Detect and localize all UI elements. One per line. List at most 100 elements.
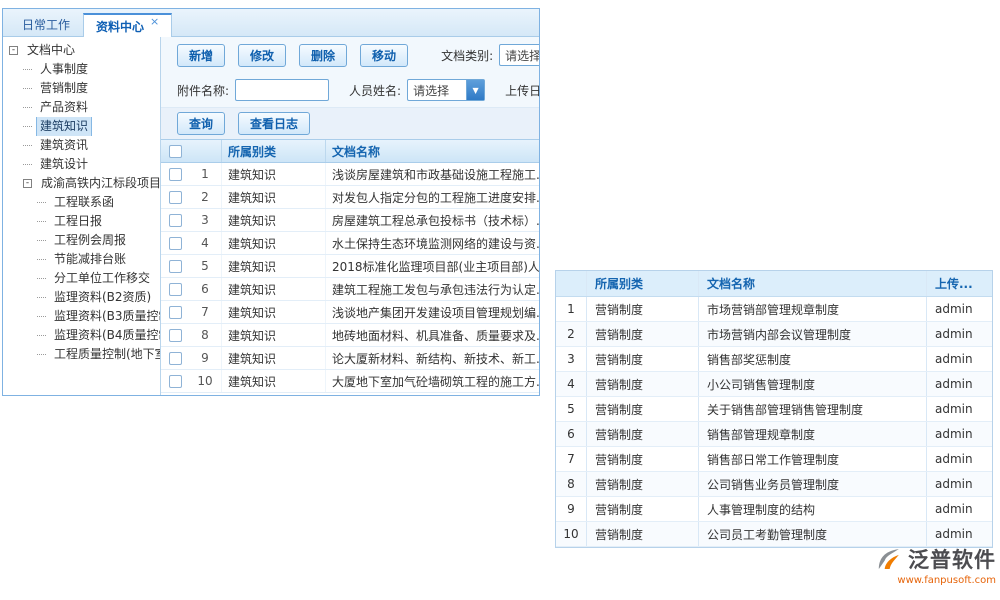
doc-name-cell[interactable]: 水土保持生态环境监测网络的建设与资... [325,232,539,254]
tree-line [23,126,32,127]
tree-item[interactable]: 工程联系函 [3,193,160,212]
tree-item[interactable]: 建筑设计 [3,155,160,174]
tree-item-project[interactable]: - 成渝高铁内江标段项目 [3,174,160,193]
tree-item[interactable]: 工程质量控制(地下室) [3,345,160,364]
table-row[interactable]: 2 营销制度 市场营销内部会议管理制度 admin [556,322,992,347]
doc-name-cell[interactable]: 浅谈房屋建筑和市政基础设施工程施工... [325,163,539,185]
delete-button[interactable]: 删除 [299,44,347,67]
table-row[interactable]: 5 营销制度 关于销售部管理销售管理制度 admin [556,397,992,422]
window-body: - 文档中心 人事制度 营销制度 产品资料 建筑知识 [3,37,539,395]
row-number-cell: 8 [189,328,221,342]
doc-name-cell[interactable]: 2018标准化监理项目部(业主项目部)人员... [325,255,539,277]
table-row[interactable]: 10 建筑知识 大厦地下室加气砼墙砌筑工程的施工方... [161,370,539,393]
table-row[interactable]: 7 建筑知识 浅谈地产集团开发建设项目管理规划编... [161,301,539,324]
table-row[interactable]: 1 营销制度 市场营销部管理规章制度 admin [556,297,992,322]
row-checkbox[interactable] [169,329,182,342]
row-checkbox[interactable] [169,283,182,296]
attachment-name-input[interactable] [235,79,329,101]
table-row[interactable]: 9 建筑知识 论大厦新材料、新结构、新技术、新工... [161,347,539,370]
checkbox-cell [161,324,189,346]
doc-name-cell[interactable]: 销售部奖惩制度 [698,347,926,371]
row-checkbox[interactable] [169,260,182,273]
select-all-checkbox[interactable] [169,145,182,158]
category-cell: 营销制度 [586,322,698,346]
tree-item[interactable]: 节能减排台账 [3,250,160,269]
attachment-name-label: 附件名称: [177,82,229,99]
table-row[interactable]: 3 建筑知识 房屋建筑工程总承包投标书（技术标）... [161,209,539,232]
doc-name-cell[interactable]: 建筑工程施工发包与承包违法行为认定... [325,278,539,300]
table-row[interactable]: 6 营销制度 销售部管理规章制度 admin [556,422,992,447]
collapse-icon[interactable]: - [9,46,18,55]
query-button[interactable]: 查询 [177,112,225,135]
tree-item[interactable]: 工程日报 [3,212,160,231]
tree-item-doc-center[interactable]: - 文档中心 [3,41,160,60]
tab-data-center[interactable]: 资料中心 × [83,13,172,37]
add-button[interactable]: 新增 [177,44,225,67]
doc-name-cell[interactable]: 论大厦新材料、新结构、新技术、新工... [325,347,539,369]
tree-item[interactable]: 监理资料(B4质量控制) [3,326,160,345]
logo-url: www.fanpusoft.com [897,575,996,586]
tree-item[interactable]: 监理资料(B2资质) [3,288,160,307]
table-row[interactable]: 6 建筑知识 建筑工程施工发包与承包违法行为认定... [161,278,539,301]
tree-item[interactable]: 工程例会周报 [3,231,160,250]
row-number-cell: 1 [189,167,221,181]
tree-item-label: 工程质量控制(地下室) [50,345,160,364]
table-row[interactable]: 3 营销制度 销售部奖惩制度 admin [556,347,992,372]
row-checkbox[interactable] [169,191,182,204]
row-checkbox[interactable] [169,168,182,181]
table-row[interactable]: 1 建筑知识 浅谈房屋建筑和市政基础设施工程施工... [161,163,539,186]
doc-name-cell[interactable]: 公司销售业务员管理制度 [698,472,926,496]
row-checkbox[interactable] [169,352,182,365]
row-number-cell: 2 [556,327,586,341]
doc-name-cell[interactable]: 人事管理制度的结构 [698,497,926,521]
row-number-cell: 9 [189,351,221,365]
tab-bar: 日常工作 资料中心 × [3,9,539,37]
doc-name-cell[interactable]: 对发包人指定分包的工程施工进度安排... [325,186,539,208]
edit-button[interactable]: 修改 [238,44,286,67]
tree-item[interactable]: 营销制度 [3,79,160,98]
tree-item[interactable]: 产品资料 [3,98,160,117]
tree-item[interactable]: 监理资料(B3质量控制) [3,307,160,326]
doc-name-cell[interactable]: 公司员工考勤管理制度 [698,522,926,546]
row-checkbox[interactable] [169,306,182,319]
move-button[interactable]: 移动 [360,44,408,67]
tab-daily-work[interactable]: 日常工作 [9,12,83,36]
table-row[interactable]: 4 建筑知识 水土保持生态环境监测网络的建设与资... [161,232,539,255]
doc-name-cell[interactable]: 市场营销内部会议管理制度 [698,322,926,346]
row-checkbox[interactable] [169,237,182,250]
tree-item[interactable]: 分工单位工作移交 [3,269,160,288]
table-row[interactable]: 8 建筑知识 地砖地面材料、机具准备、质量要求及... [161,324,539,347]
table-row[interactable]: 5 建筑知识 2018标准化监理项目部(业主项目部)人员... [161,255,539,278]
table-row[interactable]: 4 营销制度 小公司销售管理制度 admin [556,372,992,397]
uploader-cell: admin [926,422,992,446]
doc-name-cell[interactable]: 销售部管理规章制度 [698,422,926,446]
doc-name-cell[interactable]: 大厦地下室加气砼墙砌筑工程的施工方... [325,370,539,392]
tree-item[interactable]: 人事制度 [3,60,160,79]
collapse-icon[interactable]: - [23,179,32,188]
doc-name-cell[interactable]: 小公司销售管理制度 [698,372,926,396]
tree-line [37,354,46,355]
doc-name-cell[interactable]: 房屋建筑工程总承包投标书（技术标）... [325,209,539,231]
toolbar-row-3: 查询 查看日志 [161,107,539,139]
checkbox-cell [161,232,189,254]
doc-name-cell[interactable]: 关于销售部管理销售管理制度 [698,397,926,421]
checkbox-cell [161,163,189,185]
uploader-cell: admin [926,497,992,521]
doc-category-select[interactable]: 请选择 ▼ [499,44,539,66]
doc-name-cell[interactable]: 销售部日常工作管理制度 [698,447,926,471]
doc-name-cell[interactable]: 地砖地面材料、机具准备、质量要求及... [325,324,539,346]
doc-name-cell[interactable]: 浅谈地产集团开发建设项目管理规划编... [325,301,539,323]
category-cell: 建筑知识 [221,370,325,392]
person-name-select[interactable]: 请选择 ▼ [407,79,485,101]
tree-item[interactable]: 建筑资讯 [3,136,160,155]
table-row[interactable]: 9 营销制度 人事管理制度的结构 admin [556,497,992,522]
row-checkbox[interactable] [169,214,182,227]
table-row[interactable]: 2 建筑知识 对发包人指定分包的工程施工进度安排... [161,186,539,209]
doc-name-cell[interactable]: 市场营销部管理规章制度 [698,297,926,321]
row-checkbox[interactable] [169,375,182,388]
view-log-button[interactable]: 查看日志 [238,112,310,135]
tree-item-selected[interactable]: 建筑知识 [3,117,160,136]
table-row[interactable]: 8 营销制度 公司销售业务员管理制度 admin [556,472,992,497]
table-row[interactable]: 7 营销制度 销售部日常工作管理制度 admin [556,447,992,472]
close-icon[interactable]: × [150,15,159,28]
